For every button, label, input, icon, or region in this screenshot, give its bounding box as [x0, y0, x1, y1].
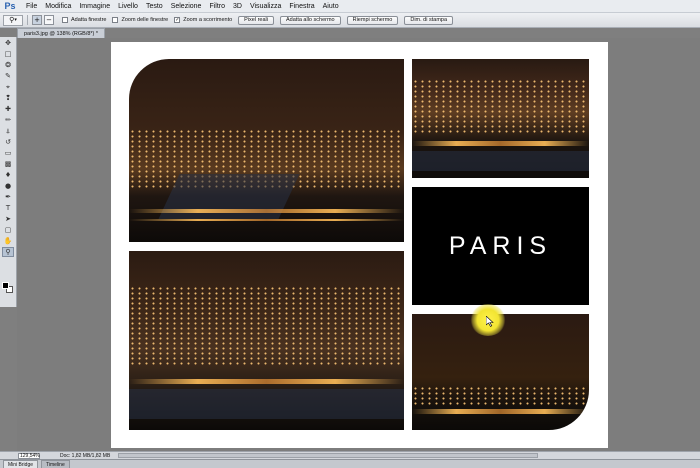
foreground-color-swatch[interactable]: [2, 282, 9, 289]
menu-file[interactable]: File: [22, 3, 41, 10]
checkbox-label: Zoom delle finestre: [121, 17, 169, 23]
monument-lights: [412, 409, 589, 414]
healing-brush-tool-icon[interactable]: ✚: [2, 104, 14, 114]
dodge-tool-icon[interactable]: ●: [2, 181, 14, 191]
path-selection-tool-icon[interactable]: ➤: [2, 214, 14, 224]
paris-title-text: PARIS: [448, 231, 553, 260]
city-lights: [412, 386, 589, 406]
riverside-lights: [129, 379, 404, 384]
menu-aiuto[interactable]: Aiuto: [319, 3, 343, 10]
zoom-in-icon: +: [34, 16, 40, 24]
separator: [27, 15, 28, 25]
shape-tool-icon[interactable]: ▢: [2, 225, 14, 235]
photoshop-logo: Ps: [4, 1, 16, 11]
blur-tool-icon[interactable]: ♦: [2, 170, 14, 180]
document-tab[interactable]: paris3.jpg @ 138% (RGB/8*) *: [17, 28, 106, 38]
menu-testo[interactable]: Testo: [142, 3, 167, 10]
zoom-in-button[interactable]: +: [32, 15, 42, 25]
checkmark-icon: ✓: [174, 17, 181, 23]
lasso-tool-icon[interactable]: ❂: [2, 60, 14, 70]
actual-pixels-button[interactable]: Pixel reali: [238, 15, 274, 25]
scrubby-zoom-checkbox[interactable]: ✓ Zoom a scorrimento: [174, 17, 232, 23]
tab-timeline[interactable]: Timeline: [41, 460, 70, 468]
menu-bar: Ps File Modifica Immagine Livello Testo …: [0, 0, 700, 13]
menu-livello[interactable]: Livello: [114, 3, 142, 10]
quick-select-tool-icon[interactable]: ✎: [2, 71, 14, 81]
bottom-panel-tabs: Mini Bridge Timeline: [0, 459, 700, 468]
paris-title-block: PARIS: [412, 187, 589, 305]
hand-tool-icon[interactable]: ✋: [2, 236, 14, 246]
pen-tool-icon[interactable]: ✒: [2, 192, 14, 202]
checkbox-box: [112, 17, 119, 23]
mouse-cursor-icon: [486, 316, 494, 327]
street-lights: [129, 219, 404, 221]
fit-screen-button[interactable]: Adatta allo schermo: [280, 15, 341, 25]
eyedropper-tool-icon[interactable]: ❢: [2, 93, 14, 103]
menu-filtro[interactable]: Filtro: [205, 3, 229, 10]
type-tool-icon[interactable]: T: [2, 203, 14, 213]
menu-immagine[interactable]: Immagine: [75, 3, 114, 10]
menu-selezione[interactable]: Selezione: [167, 3, 206, 10]
options-bar: ⚲ ▾ + − Adatta finestre Zoom delle finest…: [0, 13, 700, 28]
tool-preset-picker[interactable]: ⚲ ▾: [3, 14, 23, 26]
riverside-lights: [412, 141, 589, 146]
zoom-tool-icon[interactable]: ⚲: [2, 247, 14, 257]
horizontal-scrollbar[interactable]: [118, 453, 539, 458]
crop-tool-icon[interactable]: ⌖: [2, 82, 14, 92]
zoom-out-button[interactable]: −: [44, 15, 54, 25]
bridge-lights: [129, 209, 404, 213]
resize-windows-checkbox[interactable]: Adatta finestre: [62, 17, 106, 23]
river: [412, 151, 589, 171]
menu-modifica[interactable]: Modifica: [41, 3, 75, 10]
zoom-all-windows-checkbox[interactable]: Zoom delle finestre: [112, 17, 168, 23]
checkbox-label: Zoom a scorrimento: [183, 17, 233, 23]
eraser-tool-icon[interactable]: ▭: [2, 148, 14, 158]
clone-stamp-tool-icon[interactable]: ⍋: [2, 126, 14, 136]
photo-paris-night-river: [129, 59, 404, 242]
checkbox-label: Adatta finestre: [71, 17, 107, 23]
marquee-tool-icon[interactable]: □: [2, 49, 14, 59]
status-bar: 129,54% Doc: 1,82 MB/1,82 MB: [0, 451, 700, 459]
zoom-level-field[interactable]: 129,54%: [18, 452, 40, 459]
print-size-button[interactable]: Dim. di stampa: [404, 15, 454, 25]
brush-tool-icon[interactable]: ✏: [2, 115, 14, 125]
photo-paris-night-bridge: [412, 59, 589, 178]
zoom-out-icon: −: [46, 16, 52, 24]
move-tool-icon[interactable]: ✥: [2, 38, 14, 48]
gradient-tool-icon[interactable]: ▩: [2, 159, 14, 169]
menu-visualizza[interactable]: Visualizza: [246, 3, 285, 10]
tab-mini-bridge[interactable]: Mini Bridge: [3, 460, 39, 468]
city-lights: [412, 79, 589, 134]
fill-screen-button[interactable]: Riempi schermo: [346, 15, 399, 25]
checkbox-box: [62, 17, 68, 23]
menu-finestra[interactable]: Finestra: [285, 3, 318, 10]
city-lights: [129, 286, 404, 366]
document-size-info[interactable]: Doc: 1,82 MB/1,82 MB: [60, 453, 110, 459]
photo-paris-night-skyline: [129, 251, 404, 430]
river: [129, 389, 404, 419]
menu-3d[interactable]: 3D: [229, 3, 246, 10]
history-brush-tool-icon[interactable]: ↺: [2, 137, 14, 147]
tools-panel: ✥ □ ❂ ✎ ⌖ ❢ ✚ ✏ ⍋ ↺ ▭ ▩ ♦ ● ✒ T ➤ ▢ ✋ ⚲: [0, 37, 17, 307]
